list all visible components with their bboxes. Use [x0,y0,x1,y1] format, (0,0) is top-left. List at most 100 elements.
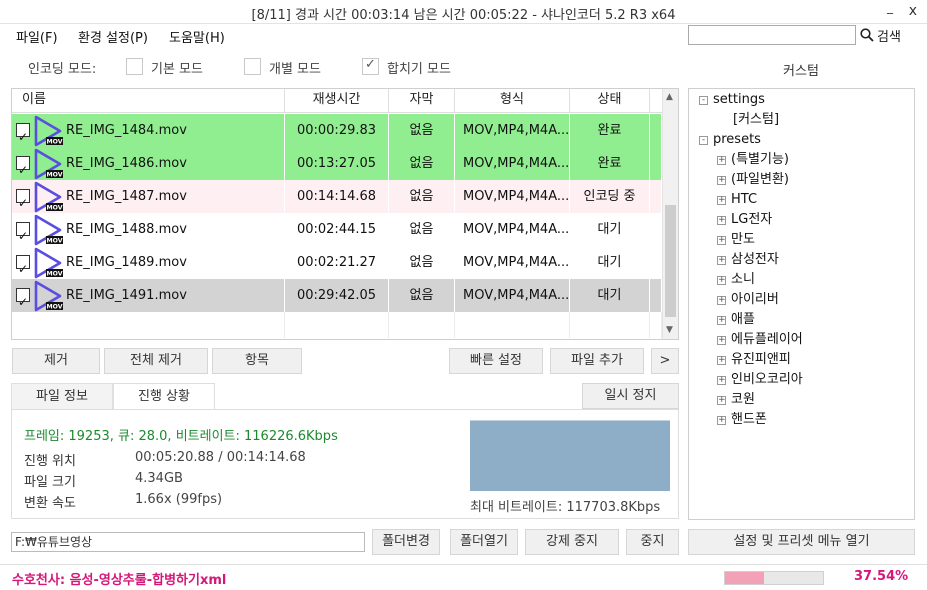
row-name-cell: MOV RE_IMG_1484.mov [12,114,285,147]
progress-percent: 37.54% [854,569,909,584]
row-spacer-cell [650,213,662,246]
individual-mode-checkbox[interactable] [244,58,261,75]
row-format-cell: MOV,MP4,M4A... [455,114,570,147]
empty-cell [570,312,650,338]
row-checkbox[interactable] [16,286,30,312]
encoding-mode-bar: 인코딩 모드: 기본 모드 개별 모드 합치기 모드 [12,56,672,78]
search-button[interactable]: 검색 [860,25,901,45]
expand-icon[interactable]: + [717,336,726,345]
max-bitrate: 최대 비트레이트: 117703.8Kbps [470,500,661,515]
row-checkbox[interactable] [16,220,30,246]
table-row[interactable]: MOV RE_IMG_1484.mov 00:00:29.83 없음 MOV,MP4,M… [12,114,662,147]
row-spacer-cell [650,147,662,180]
more-button[interactable]: > [651,348,679,374]
column-header-subtitle[interactable]: 자막 [389,89,455,113]
expand-icon[interactable]: + [717,416,726,425]
preset-tree: - settings [커스텀] - presets + (특별기능) + (파일변환) + HTC… [688,88,915,520]
row-checkbox[interactable] [16,187,30,213]
expand-icon[interactable]: + [717,236,726,245]
row-format-cell: MOV,MP4,M4A... [455,246,570,279]
tab-file-info[interactable]: 파일 정보 [11,383,113,409]
table-row[interactable]: MOV RE_IMG_1488.mov 00:02:44.15 없음 MOV,MP4,M… [12,213,662,246]
open-folder-button[interactable]: 폴더열기 [450,529,518,555]
row-checkbox[interactable] [16,121,30,147]
items-button[interactable]: 항목 [212,348,302,374]
table-scrollbar[interactable]: ▲ ▼ [662,89,678,339]
tab-progress[interactable]: 진행 상황 [113,383,215,409]
menu-preferences[interactable]: 환경 설정(P) [78,27,148,46]
expand-icon[interactable]: + [717,316,726,325]
change-folder-button[interactable]: 폴더변경 [372,529,440,555]
row-status: 완료 [597,123,622,138]
expand-icon[interactable]: + [717,156,726,165]
file-name: RE_IMG_1484.mov [66,123,187,138]
minimize-button[interactable]: _ [887,0,893,14]
empty-cell [285,312,389,338]
open-settings-menu-button[interactable]: 설정 및 프리셋 메뉴 열기 [688,529,915,555]
pause-button[interactable]: 일시 정지 [582,383,679,409]
column-header-extra [650,89,662,113]
row-subtitle-cell: 없음 [389,180,455,213]
row-checkbox[interactable] [16,253,30,279]
menu-file[interactable]: 파일(F) [16,27,58,46]
remove-all-button[interactable]: 전체 제거 [104,348,208,374]
scrollbar-thumb[interactable] [665,205,676,317]
remove-button[interactable]: 제거 [12,348,100,374]
row-duration: 00:00:29.83 [296,123,377,138]
basic-mode-checkbox[interactable] [126,58,143,75]
tree-item-label: settings [713,92,765,107]
scroll-down-icon[interactable]: ▼ [666,325,673,335]
table-row[interactable]: MOV RE_IMG_1491.mov 00:29:42.05 없음 MOV,MP4,M… [12,279,662,312]
row-duration: 00:29:42.05 [296,288,377,303]
expand-icon[interactable]: + [717,356,726,365]
expand-icon[interactable]: + [717,216,726,225]
row-status-cell: 인코딩 중 [570,180,650,213]
filesize-label: 파일 크기 [24,475,76,490]
column-header-duration[interactable]: 재생시간 [285,89,389,113]
mov-file-icon: MOV [34,214,63,246]
table-row[interactable]: MOV RE_IMG_1489.mov 00:02:21.27 없음 MOV,MP4,M… [12,246,662,279]
column-header-format[interactable]: 형식 [455,89,570,113]
expand-icon[interactable]: + [717,376,726,385]
collapse-icon[interactable]: - [699,136,708,145]
row-name-cell: MOV RE_IMG_1489.mov [12,246,285,279]
add-file-button[interactable]: 파일 추가 [550,348,644,374]
tree-item-label: 핸드폰 [731,412,767,427]
column-header-name[interactable]: 이름 [12,89,285,113]
svg-text:MOV: MOV [46,139,62,146]
search-input[interactable] [688,25,856,45]
output-folder-field[interactable]: F:₩유튜브영상 [11,532,365,552]
stop-button[interactable]: 중지 [626,529,679,555]
row-subtitle: 없음 [409,156,434,171]
expand-icon[interactable]: + [717,196,726,205]
menu-help[interactable]: 도움말(H) [169,27,225,46]
row-status-cell: 대기 [570,246,650,279]
row-subtitle-cell: 없음 [389,147,455,180]
row-subtitle-cell: 없음 [389,114,455,147]
row-format-cell: MOV,MP4,M4A... [455,147,570,180]
row-subtitle-cell: 없음 [389,246,455,279]
expand-icon[interactable]: + [717,396,726,405]
scroll-up-icon[interactable]: ▲ [666,92,673,102]
tree-item-label: LG전자 [731,212,773,227]
collapse-icon[interactable]: - [699,96,708,105]
row-name-cell: MOV RE_IMG_1491.mov [12,279,285,312]
search-label: 검색 [877,29,901,45]
expand-icon[interactable]: + [717,256,726,265]
row-format-cell: MOV,MP4,M4A... [455,213,570,246]
table-row[interactable]: MOV RE_IMG_1486.mov 00:13:27.05 없음 MOV,MP4,M… [12,147,662,180]
table-row[interactable]: MOV RE_IMG_1487.mov 00:14:14.68 없음 MOV,MP4,M… [12,180,662,213]
mov-file-icon: MOV [34,148,63,180]
quick-settings-button[interactable]: 빠른 설정 [449,348,543,374]
row-duration-cell: 00:14:14.68 [285,180,389,213]
expand-icon[interactable]: + [717,276,726,285]
expand-icon[interactable]: + [717,176,726,185]
empty-cell [455,312,570,338]
expand-icon[interactable]: + [717,296,726,305]
column-header-status[interactable]: 상태 [570,89,650,113]
merge-mode-checkbox[interactable] [362,57,379,75]
row-checkbox[interactable] [16,154,30,180]
force-stop-button[interactable]: 강제 중지 [525,529,619,555]
file-name: RE_IMG_1487.mov [66,189,187,204]
close-button[interactable]: x [909,3,917,19]
